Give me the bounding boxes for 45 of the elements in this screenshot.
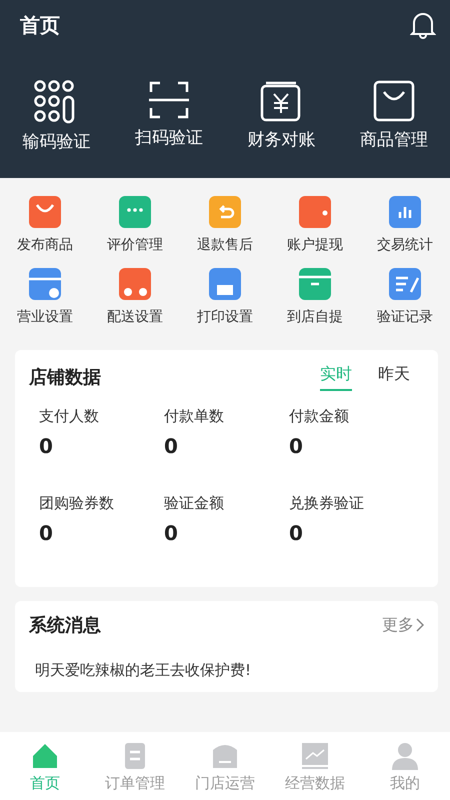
shortcut-label[interactable]: 评价管理 — [107, 236, 163, 254]
stat-label: 支付人数 — [39, 407, 100, 426]
yuan-wallet-icon — [260, 80, 302, 122]
shopping-bag-icon — [372, 80, 415, 122]
shortcut-label[interactable]: 验证记录 — [377, 308, 433, 326]
shortcut-label[interactable]: 交易统计 — [377, 236, 433, 254]
return-box-icon — [207, 194, 243, 230]
stat-value: 0 — [39, 434, 54, 458]
stat-value: 0 — [164, 434, 179, 458]
stat-value: 0 — [289, 434, 304, 458]
stat-value: 0 — [164, 521, 179, 545]
chevron-right-icon — [416, 618, 424, 632]
shortcut-label[interactable]: 账户提现 — [287, 236, 343, 254]
stat-label: 验证金额 — [164, 494, 225, 513]
shortcut-label[interactable]: 配送设置 — [107, 308, 163, 326]
card-title: 店铺数据 — [29, 366, 101, 388]
more-link[interactable]: 更多 — [382, 614, 424, 636]
bar-chart-icon — [387, 194, 423, 230]
quick-action-label[interactable]: 扫码验证 — [134, 126, 203, 149]
shortcut-label[interactable]: 打印设置 — [197, 308, 253, 326]
shopping-bag-icon — [27, 194, 63, 230]
quick-action-label[interactable]: 商品管理 — [360, 128, 428, 151]
card-title: 系统消息 — [29, 614, 101, 637]
stat-label: 兑换券验证 — [289, 494, 365, 513]
stat-value: 0 — [39, 521, 54, 545]
stat-value: 0 — [289, 521, 304, 545]
printer-icon — [207, 266, 243, 302]
page-title: 首页 — [20, 12, 60, 38]
message-text[interactable]: 明天爱吃辣椒的老王去收保护费! — [35, 661, 424, 680]
stat-label: 付款单数 — [164, 407, 225, 426]
shortcut-label[interactable]: 发布商品 — [17, 236, 73, 254]
stat-label: 付款金额 — [289, 407, 350, 426]
shortcut-label[interactable]: 退款售后 — [197, 236, 253, 254]
stat-label: 团购验券数 — [39, 494, 115, 513]
wallet-icon — [297, 194, 333, 230]
quick-action-label[interactable]: 财务对账 — [247, 128, 316, 151]
shortcut-label[interactable]: 到店自提 — [287, 308, 343, 326]
quick-action-label[interactable]: 输码验证 — [22, 130, 90, 153]
chat-bubble-icon — [117, 194, 153, 230]
archive-box-icon — [297, 266, 333, 302]
note-pencil-icon — [387, 266, 423, 302]
period-tab[interactable]: 昨天 — [378, 362, 410, 391]
shortcut-label[interactable]: 营业设置 — [17, 308, 73, 326]
scan-icon — [148, 80, 189, 120]
bell-icon[interactable] — [410, 11, 436, 39]
